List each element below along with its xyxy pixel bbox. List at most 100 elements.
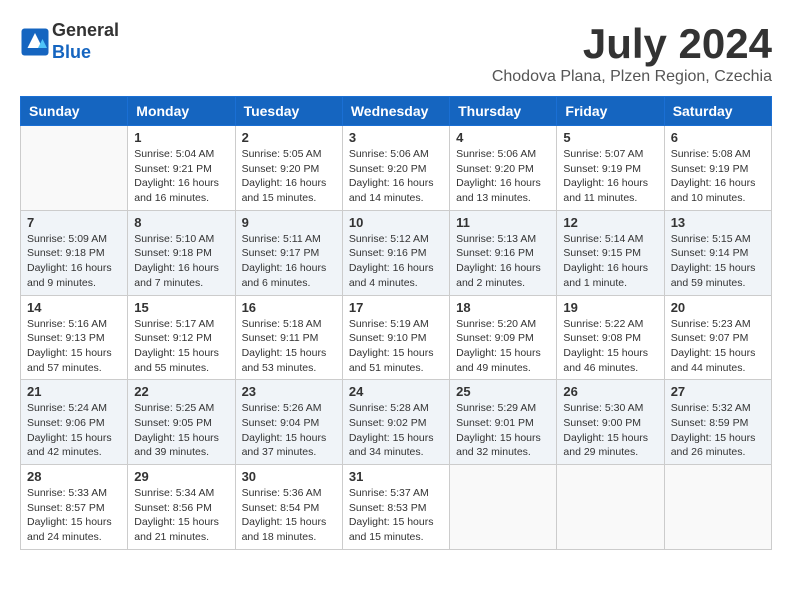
calendar-cell: 25Sunrise: 5:29 AM Sunset: 9:01 PM Dayli… [450, 380, 557, 465]
day-number: 24 [349, 384, 443, 399]
calendar-week-1: 1 Sunrise: 5:04 AM Sunset: 9:21 PM Daylig… [21, 126, 772, 211]
day-number: 18 [456, 300, 550, 315]
logo-text: General Blue [52, 20, 119, 63]
day-info: Sunrise: 5:19 AM Sunset: 9:10 PM Dayligh… [349, 317, 443, 376]
day-info: Sunrise: 5:05 AM Sunset: 9:20 PM Dayligh… [242, 147, 336, 206]
day-number: 27 [671, 384, 765, 399]
title-section: July 2024 Chodova Plana, Plzen Region, C… [492, 20, 772, 86]
day-number: 23 [242, 384, 336, 399]
day-number: 2 [242, 130, 336, 145]
day-number: 3 [349, 130, 443, 145]
day-number: 30 [242, 469, 336, 484]
calendar-cell: 31 Sunrise: 5:37 AM Sunset: 8:53 PM Dayli… [342, 465, 449, 550]
day-number: 13 [671, 215, 765, 230]
calendar-cell: 8 Sunrise: 5:10 AM Sunset: 9:18 PM Daylig… [128, 210, 235, 295]
day-info: Sunrise: 5:33 AM Sunset: 8:57 PM Dayligh… [27, 486, 121, 545]
calendar-cell [664, 465, 771, 550]
page-header: General Blue July 2024 Chodova Plana, Pl… [20, 20, 772, 86]
day-number: 1 [134, 130, 228, 145]
calendar-cell [450, 465, 557, 550]
day-info: Sunrise: 5:06 AM Sunset: 9:20 PM Dayligh… [349, 147, 443, 206]
calendar-cell: 17 Sunrise: 5:19 AM Sunset: 9:10 PM Dayli… [342, 295, 449, 380]
day-info: Sunrise: 5:29 AM Sunset: 9:01 PM Dayligh… [456, 401, 550, 460]
day-number: 17 [349, 300, 443, 315]
day-info: Sunrise: 5:07 AM Sunset: 9:19 PM Dayligh… [563, 147, 657, 206]
day-number: 12 [563, 215, 657, 230]
day-number: 4 [456, 130, 550, 145]
day-info: Sunrise: 5:25 AM Sunset: 9:05 PM Dayligh… [134, 401, 228, 460]
day-number: 20 [671, 300, 765, 315]
day-number: 7 [27, 215, 121, 230]
calendar-week-5: 28 Sunrise: 5:33 AM Sunset: 8:57 PM Dayli… [21, 465, 772, 550]
calendar-cell: 14Sunrise: 5:16 AM Sunset: 9:13 PM Dayli… [21, 295, 128, 380]
calendar-cell: 30Sunrise: 5:36 AM Sunset: 8:54 PM Dayli… [235, 465, 342, 550]
calendar-week-3: 14Sunrise: 5:16 AM Sunset: 9:13 PM Dayli… [21, 295, 772, 380]
day-info: Sunrise: 5:04 AM Sunset: 9:21 PM Dayligh… [134, 147, 228, 206]
weekday-header-wednesday: Wednesday [342, 97, 449, 126]
calendar-cell: 21 Sunrise: 5:24 AM Sunset: 9:06 PM Dayli… [21, 380, 128, 465]
day-info: Sunrise: 5:06 AM Sunset: 9:20 PM Dayligh… [456, 147, 550, 206]
calendar-cell: 6Sunrise: 5:08 AM Sunset: 9:19 PM Daylig… [664, 126, 771, 211]
calendar-cell: 5 Sunrise: 5:07 AM Sunset: 9:19 PM Daylig… [557, 126, 664, 211]
weekday-header-sunday: Sunday [21, 97, 128, 126]
day-number: 5 [563, 130, 657, 145]
calendar-cell: 1 Sunrise: 5:04 AM Sunset: 9:21 PM Daylig… [128, 126, 235, 211]
calendar-cell: 29Sunrise: 5:34 AM Sunset: 8:56 PM Dayli… [128, 465, 235, 550]
day-number: 8 [134, 215, 228, 230]
calendar-cell: 15 Sunrise: 5:17 AM Sunset: 9:12 PM Dayli… [128, 295, 235, 380]
day-info: Sunrise: 5:20 AM Sunset: 9:09 PM Dayligh… [456, 317, 550, 376]
day-info: Sunrise: 5:13 AM Sunset: 9:16 PM Dayligh… [456, 232, 550, 291]
calendar-header: SundayMondayTuesdayWednesdayThursdayFrid… [21, 97, 772, 126]
weekday-header-thursday: Thursday [450, 97, 557, 126]
calendar-body: 1 Sunrise: 5:04 AM Sunset: 9:21 PM Daylig… [21, 126, 772, 550]
day-number: 6 [671, 130, 765, 145]
day-number: 26 [563, 384, 657, 399]
day-number: 22 [134, 384, 228, 399]
calendar-week-4: 21 Sunrise: 5:24 AM Sunset: 9:06 PM Dayli… [21, 380, 772, 465]
calendar-cell: 19Sunrise: 5:22 AM Sunset: 9:08 PM Dayli… [557, 295, 664, 380]
month-title: July 2024 [492, 20, 772, 68]
day-info: Sunrise: 5:09 AM Sunset: 9:18 PM Dayligh… [27, 232, 121, 291]
day-info: Sunrise: 5:17 AM Sunset: 9:12 PM Dayligh… [134, 317, 228, 376]
calendar-cell: 16Sunrise: 5:18 AM Sunset: 9:11 PM Dayli… [235, 295, 342, 380]
day-number: 31 [349, 469, 443, 484]
calendar-cell: 23 Sunrise: 5:26 AM Sunset: 9:04 PM Dayli… [235, 380, 342, 465]
logo: General Blue [20, 20, 119, 63]
calendar-cell: 18 Sunrise: 5:20 AM Sunset: 9:09 PM Dayli… [450, 295, 557, 380]
calendar-cell: 12 Sunrise: 5:14 AM Sunset: 9:15 PM Dayli… [557, 210, 664, 295]
day-info: Sunrise: 5:37 AM Sunset: 8:53 PM Dayligh… [349, 486, 443, 545]
day-info: Sunrise: 5:23 AM Sunset: 9:07 PM Dayligh… [671, 317, 765, 376]
weekday-header-tuesday: Tuesday [235, 97, 342, 126]
calendar-cell: 3 Sunrise: 5:06 AM Sunset: 9:20 PM Daylig… [342, 126, 449, 211]
calendar-cell: 26Sunrise: 5:30 AM Sunset: 9:00 PM Dayli… [557, 380, 664, 465]
calendar-cell: 9Sunrise: 5:11 AM Sunset: 9:17 PM Daylig… [235, 210, 342, 295]
day-number: 21 [27, 384, 121, 399]
day-info: Sunrise: 5:15 AM Sunset: 9:14 PM Dayligh… [671, 232, 765, 291]
calendar-cell: 7 Sunrise: 5:09 AM Sunset: 9:18 PM Daylig… [21, 210, 128, 295]
day-number: 10 [349, 215, 443, 230]
day-info: Sunrise: 5:26 AM Sunset: 9:04 PM Dayligh… [242, 401, 336, 460]
calendar-cell [21, 126, 128, 211]
weekday-header-friday: Friday [557, 97, 664, 126]
calendar-cell: 28 Sunrise: 5:33 AM Sunset: 8:57 PM Dayli… [21, 465, 128, 550]
calendar-week-2: 7 Sunrise: 5:09 AM Sunset: 9:18 PM Daylig… [21, 210, 772, 295]
day-info: Sunrise: 5:14 AM Sunset: 9:15 PM Dayligh… [563, 232, 657, 291]
logo-icon [20, 27, 50, 57]
day-number: 15 [134, 300, 228, 315]
day-info: Sunrise: 5:22 AM Sunset: 9:08 PM Dayligh… [563, 317, 657, 376]
calendar-cell: 10Sunrise: 5:12 AM Sunset: 9:16 PM Dayli… [342, 210, 449, 295]
day-info: Sunrise: 5:16 AM Sunset: 9:13 PM Dayligh… [27, 317, 121, 376]
day-info: Sunrise: 5:24 AM Sunset: 9:06 PM Dayligh… [27, 401, 121, 460]
calendar-cell: 2 Sunrise: 5:05 AM Sunset: 9:20 PM Daylig… [235, 126, 342, 211]
day-number: 29 [134, 469, 228, 484]
calendar-cell: 11Sunrise: 5:13 AM Sunset: 9:16 PM Dayli… [450, 210, 557, 295]
logo-general: General [52, 20, 119, 42]
weekday-row: SundayMondayTuesdayWednesdayThursdayFrid… [21, 97, 772, 126]
day-number: 28 [27, 469, 121, 484]
calendar-cell: 4 Sunrise: 5:06 AM Sunset: 9:20 PM Daylig… [450, 126, 557, 211]
calendar-cell: 13 Sunrise: 5:15 AM Sunset: 9:14 PM Dayli… [664, 210, 771, 295]
day-info: Sunrise: 5:10 AM Sunset: 9:18 PM Dayligh… [134, 232, 228, 291]
calendar-cell: 20 Sunrise: 5:23 AM Sunset: 9:07 PM Dayli… [664, 295, 771, 380]
calendar-cell [557, 465, 664, 550]
location: Chodova Plana, Plzen Region, Czechia [492, 68, 772, 86]
